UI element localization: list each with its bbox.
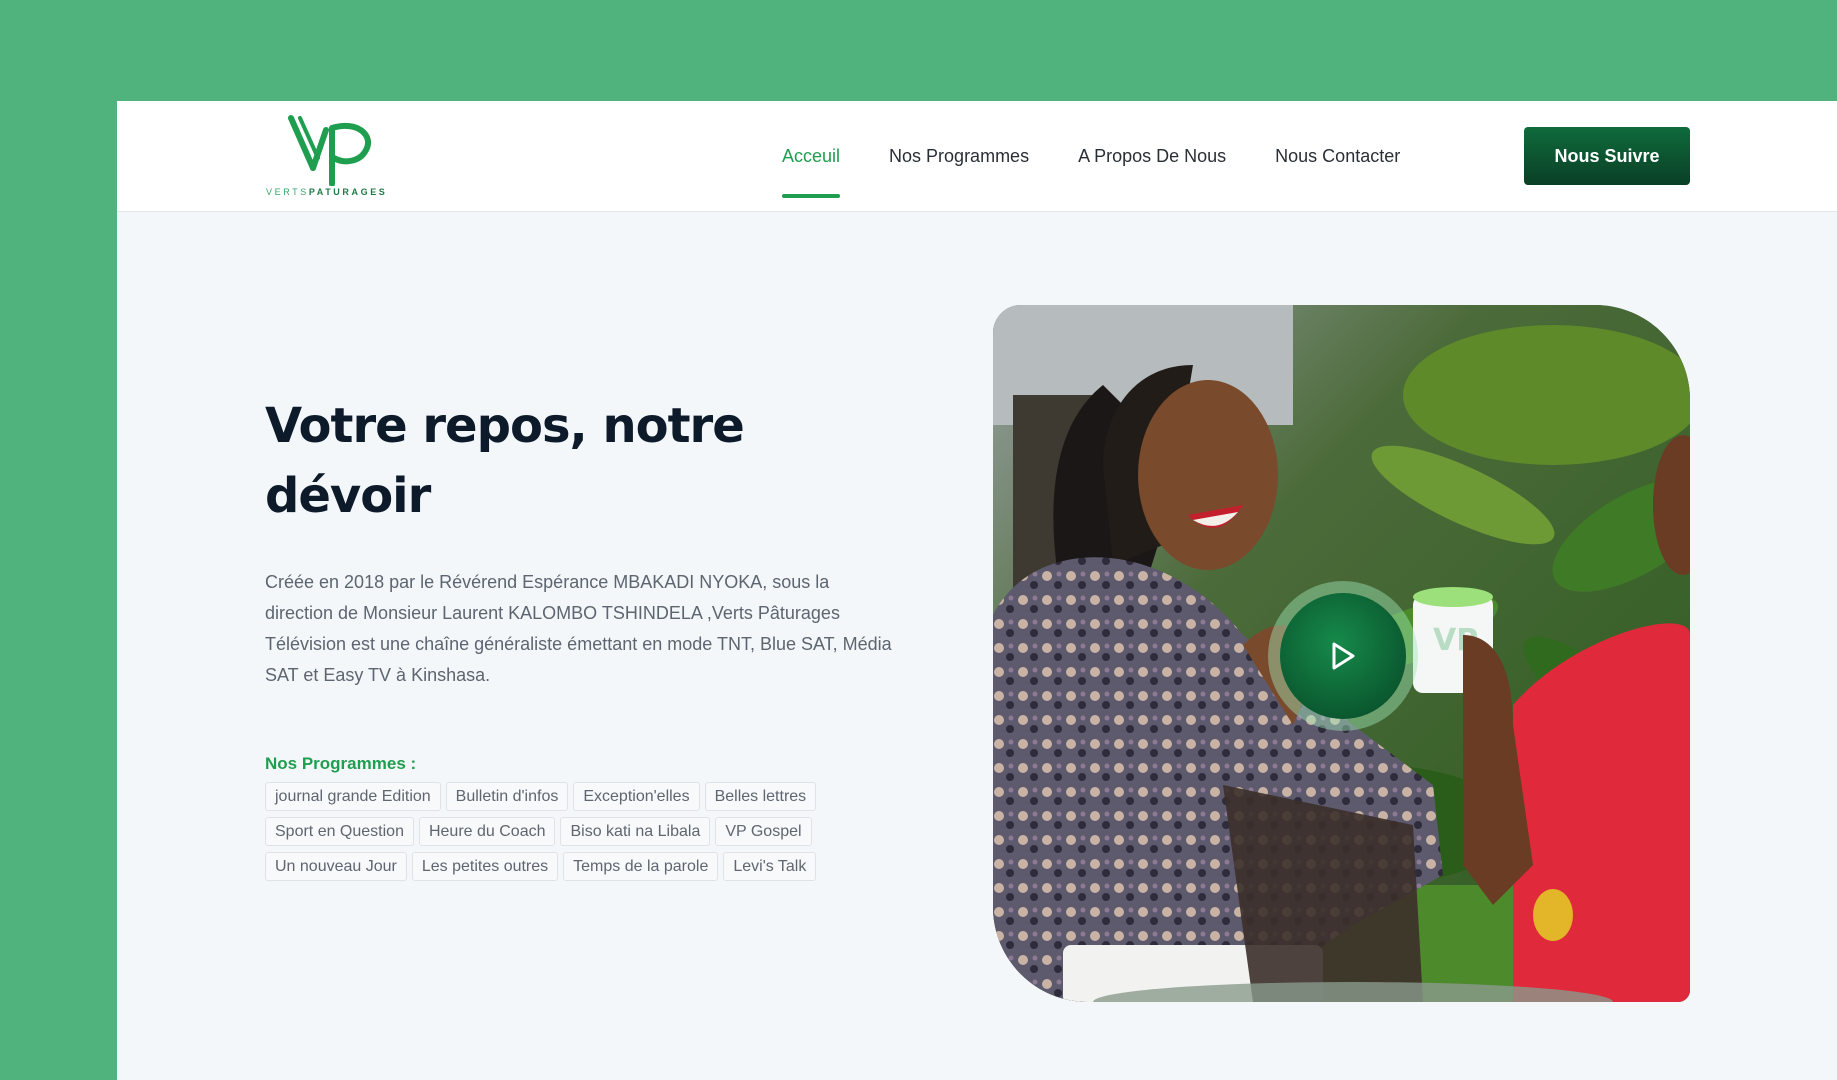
programs-heading: Nos Programmes :	[265, 754, 417, 773]
program-tag[interactable]: Temps de la parole	[563, 852, 719, 881]
program-tag[interactable]: Les petites outres	[411, 852, 559, 881]
program-tag[interactable]: Bulletin d'infos	[445, 782, 569, 811]
logo-mark-icon	[288, 115, 371, 186]
play-video-button[interactable]	[1268, 581, 1418, 731]
main-nav: Acceuil Nos Programmes A Propos De Nous …	[782, 101, 1449, 211]
nav-item-nos-programmes[interactable]: Nos Programmes	[889, 146, 1029, 167]
program-tag[interactable]: Levi's Talk	[723, 852, 817, 881]
program-tag[interactable]: Belles lettres	[704, 782, 817, 811]
nav-item-nous-contacter[interactable]: Nous Contacter	[1275, 146, 1400, 167]
hero-title: Votre repos, notre dévoir	[265, 398, 745, 524]
program-tag[interactable]: Heure du Coach	[418, 817, 556, 846]
program-tag[interactable]: Sport en Question	[265, 817, 414, 846]
program-tag[interactable]: VP Gospel	[715, 817, 812, 846]
follow-button[interactable]: Nous Suivre	[1524, 127, 1690, 185]
site-header: VERTSPATURAGES Acceuil Nos Programmes A …	[117, 101, 1837, 212]
site-logo[interactable]: VERTSPATURAGES	[266, 114, 396, 204]
programs-tag-list: journal grande Edition Bulletin d'infos …	[265, 782, 925, 881]
hero-description: Créée en 2018 par le Révérend Espérance …	[265, 572, 892, 685]
play-button-inner	[1280, 593, 1406, 719]
page-frame: VERTSPATURAGES Acceuil Nos Programmes A …	[117, 101, 1837, 1080]
logo-wordmark: VERTSPATURAGES	[266, 187, 388, 197]
program-tag[interactable]: Exception'elles	[573, 782, 700, 811]
play-icon	[1332, 642, 1355, 670]
program-tag[interactable]: journal grande Edition	[265, 782, 441, 811]
nav-item-acceuil[interactable]: Acceuil	[782, 146, 841, 198]
nav-item-a-propos[interactable]: A Propos De Nous	[1078, 146, 1226, 167]
program-tag[interactable]: Biso kati na Libala	[560, 817, 711, 846]
program-tag[interactable]: Un nouveau Jour	[265, 852, 407, 881]
